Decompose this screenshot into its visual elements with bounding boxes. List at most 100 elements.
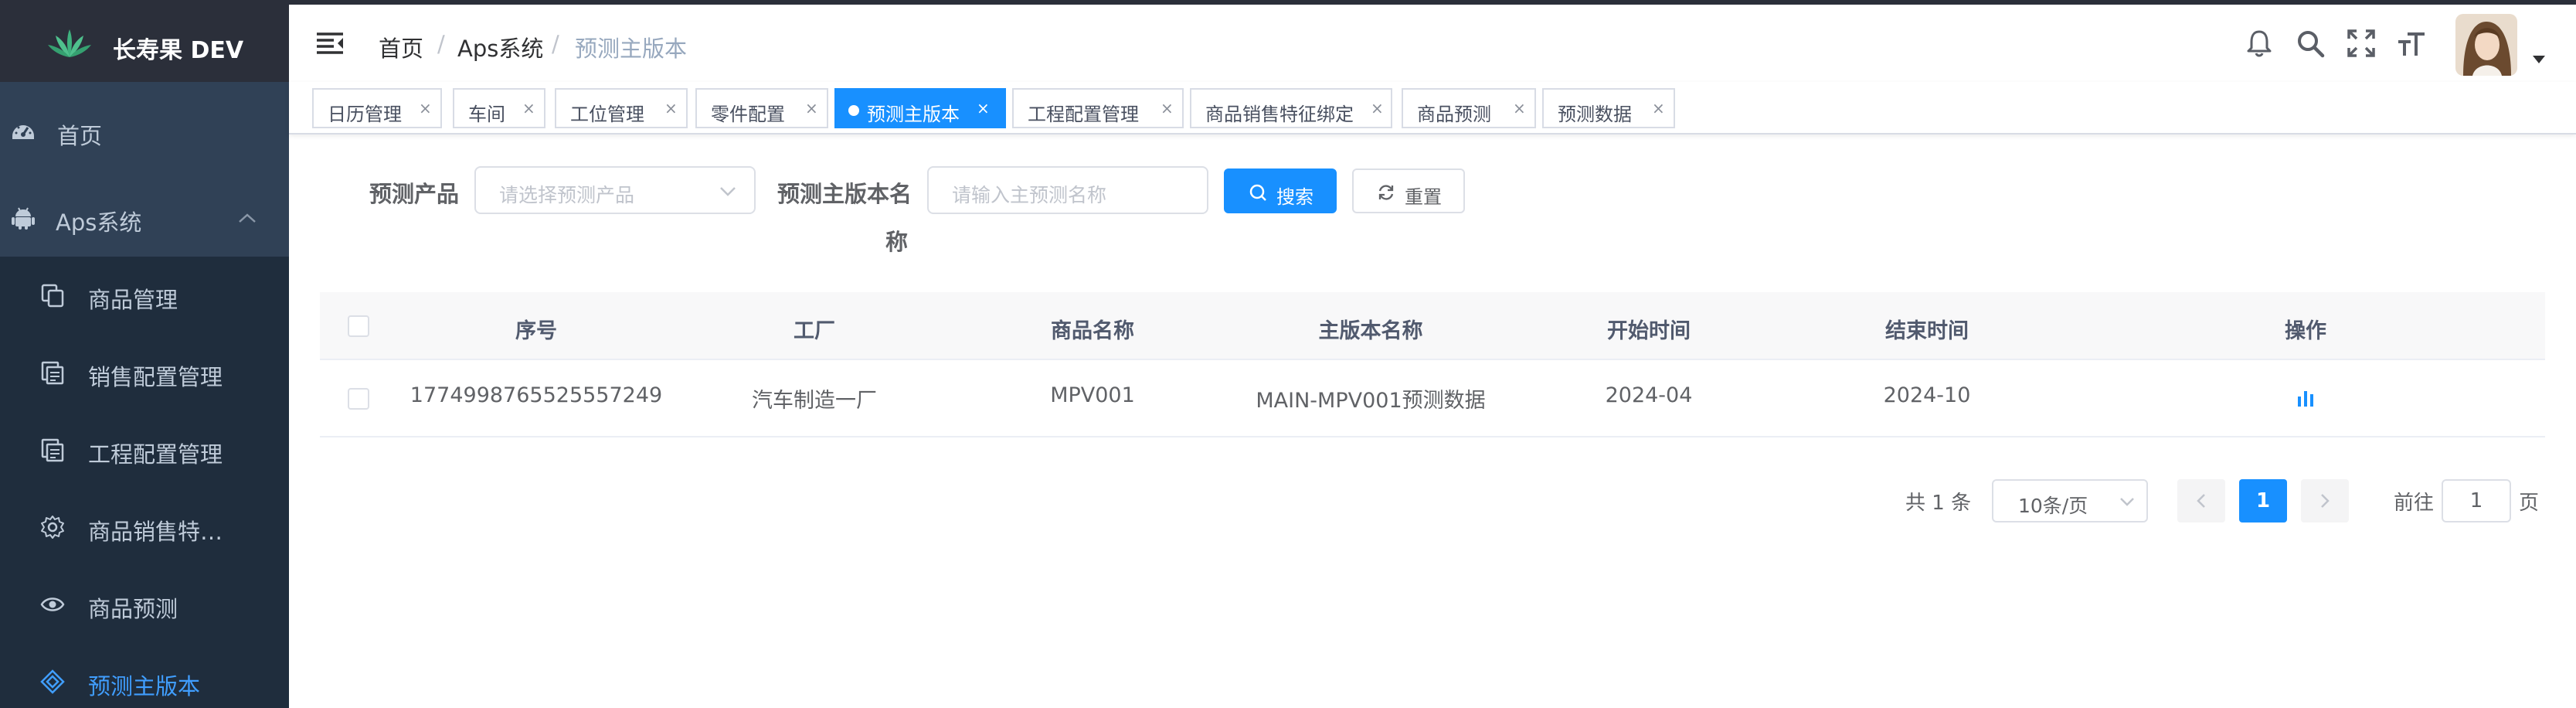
select-all-checkbox[interactable]: [348, 315, 369, 337]
goto-page-input[interactable]: 1: [2442, 479, 2511, 522]
close-icon[interactable]: ×: [664, 99, 678, 117]
sidebar-item-label: Aps系统: [56, 209, 142, 236]
chevron-down-icon: [720, 187, 736, 196]
search-icon: [1249, 184, 1266, 201]
reset-button-label: 重置: [1405, 186, 1442, 208]
sidebar-item-product-forecast[interactable]: 商品预测: [0, 566, 289, 643]
hamburger-icon[interactable]: [315, 31, 345, 57]
avatar-image: [2455, 14, 2517, 76]
chevron-down-icon: [2120, 498, 2134, 506]
page-number-current[interactable]: 1: [2239, 479, 2287, 522]
tab-forecast-data[interactable]: 预测数据 ×: [1542, 88, 1675, 128]
cell-product: MPV001: [1050, 383, 1135, 407]
bell-icon[interactable]: [2244, 28, 2275, 59]
sidebar-item-sales-feature[interactable]: 商品销售特…: [0, 488, 289, 566]
tags-view: 日历管理 × 车间 × 工位管理 × 零件配置 × 预测主版本 × 工程配置管理…: [289, 82, 2576, 134]
column-header-end: 结束时间: [1885, 319, 1969, 343]
tab-sales-feature-binding[interactable]: 商品销售特征绑定 ×: [1190, 88, 1392, 128]
caret-down-icon[interactable]: [2533, 56, 2545, 63]
sidebar-item-label: 首页: [57, 123, 103, 149]
breadcrumb-current: 预测主版本: [575, 36, 688, 62]
table-header: 序号 工厂 商品名称 主版本名称 开始时间 结束时间 操作: [320, 292, 2545, 360]
chevron-up-icon: [239, 213, 256, 223]
product-placeholder: 请选择预测产品: [499, 184, 635, 206]
android-icon: [12, 207, 35, 230]
tab-label: 预测主版本: [867, 104, 960, 125]
reset-button[interactable]: 重置: [1352, 168, 1465, 213]
sidebar-item-label: 商品预测: [88, 596, 178, 622]
sidebar-item-label: 预测主版本: [88, 673, 201, 699]
page-size-select[interactable]: 10条/页: [1992, 479, 2148, 522]
tab-label: 商品销售特征绑定: [1205, 104, 1354, 125]
search-button[interactable]: 搜索: [1224, 168, 1337, 213]
avatar[interactable]: [2455, 14, 2517, 76]
close-icon[interactable]: ×: [1652, 99, 1665, 117]
close-icon[interactable]: ×: [1161, 99, 1174, 117]
app-root: 长寿果 DEV 首页 Aps系统 商品管理 销售配置管理 工程配置管理 商品销售…: [0, 0, 2576, 708]
close-icon[interactable]: ×: [977, 99, 990, 117]
sidebar-item-sales-config[interactable]: 销售配置管理: [0, 334, 289, 411]
fullscreen-icon[interactable]: [2346, 28, 2377, 59]
tab-forecast-master[interactable]: 预测主版本 ×: [834, 88, 1006, 128]
sidebar-item-label: 销售配置管理: [88, 364, 223, 390]
version-name-input[interactable]: 请输入主预测名称: [927, 166, 1208, 214]
table-row: 1774998765525557249 汽车制造一厂 MPV001 MAIN-M…: [320, 360, 2545, 437]
font-size-icon[interactable]: [2397, 28, 2428, 59]
product-select[interactable]: 请选择预测产品: [474, 166, 756, 214]
tab-workshop[interactable]: 车间 ×: [453, 88, 545, 128]
tab-station[interactable]: 工位管理 ×: [555, 88, 688, 128]
sidebar-item-forecast-master[interactable]: 预测主版本: [0, 643, 289, 708]
breadcrumb-separator: /: [552, 31, 559, 57]
sidebar-item-label: 商品管理: [88, 287, 178, 313]
data-table: 序号 工厂 商品名称 主版本名称 开始时间 结束时间 操作 1774998765…: [320, 292, 2545, 437]
active-dot-icon: [848, 105, 859, 116]
copy-icon: [41, 284, 64, 308]
eye-icon: [40, 597, 65, 611]
column-header-factory: 工厂: [794, 319, 835, 343]
logo-title: 长寿果 DEV: [113, 37, 244, 64]
cell-end: 2024-10: [1883, 383, 1971, 407]
tab-label: 工程配置管理: [1028, 104, 1139, 125]
tab-calendar[interactable]: 日历管理 ×: [312, 88, 442, 128]
close-icon[interactable]: ×: [1513, 99, 1526, 117]
tab-product-forecast[interactable]: 商品预测 ×: [1402, 88, 1536, 128]
tab-label: 日历管理: [328, 104, 402, 125]
sidebar-item-aps[interactable]: Aps系统: [0, 179, 289, 257]
chevron-left-icon: [2197, 494, 2205, 508]
breadcrumb-aps[interactable]: Aps系统: [457, 31, 543, 63]
bar-chart-icon[interactable]: [2296, 388, 2316, 408]
sidebar-logo[interactable]: 长寿果 DEV: [0, 5, 289, 82]
tab-parts-config[interactable]: 零件配置 ×: [695, 88, 828, 128]
close-icon[interactable]: ×: [1371, 99, 1384, 117]
column-header-action: 操作: [2285, 319, 2326, 343]
next-page-button[interactable]: [2301, 479, 2349, 522]
cell-factory: 汽车制造一厂: [752, 389, 877, 413]
row-checkbox[interactable]: [348, 388, 369, 410]
search-button-label: 搜索: [1276, 186, 1313, 208]
breadcrumb-separator: /: [437, 31, 445, 57]
chevron-right-icon: [2321, 494, 2330, 508]
tab-label: 商品预测: [1417, 104, 1491, 125]
tab-label: 工位管理: [570, 104, 644, 125]
sidebar-item-product-management[interactable]: 商品管理: [0, 257, 289, 334]
pagination-total: 共 1 条: [1905, 492, 1972, 515]
sidebar-item-engineering-config[interactable]: 工程配置管理: [0, 411, 289, 488]
breadcrumb-home[interactable]: 首页: [379, 31, 423, 63]
document-copy-icon: [41, 361, 64, 385]
prev-page-button[interactable]: [2177, 479, 2225, 522]
product-label: 预测产品: [369, 181, 460, 207]
goto-label: 前往: [2394, 492, 2435, 515]
version-name-label: 预测主版本名: [777, 181, 912, 207]
refresh-icon: [1378, 185, 1394, 200]
sidebar-item-home[interactable]: 首页: [0, 93, 289, 170]
close-icon[interactable]: ×: [522, 99, 535, 117]
close-icon[interactable]: ×: [419, 99, 432, 117]
cell-index: 1774998765525557249: [410, 383, 663, 407]
tab-engineering-config[interactable]: 工程配置管理 ×: [1012, 88, 1184, 128]
version-name-label-wrap: 称: [885, 229, 909, 255]
close-icon[interactable]: ×: [805, 99, 818, 117]
search-icon[interactable]: [2295, 28, 2326, 59]
column-header-version-name: 主版本名称: [1318, 319, 1423, 343]
cell-start: 2024-04: [1605, 383, 1693, 407]
navbar: 首页 / Aps系统 / 预测主版本: [289, 5, 2576, 82]
